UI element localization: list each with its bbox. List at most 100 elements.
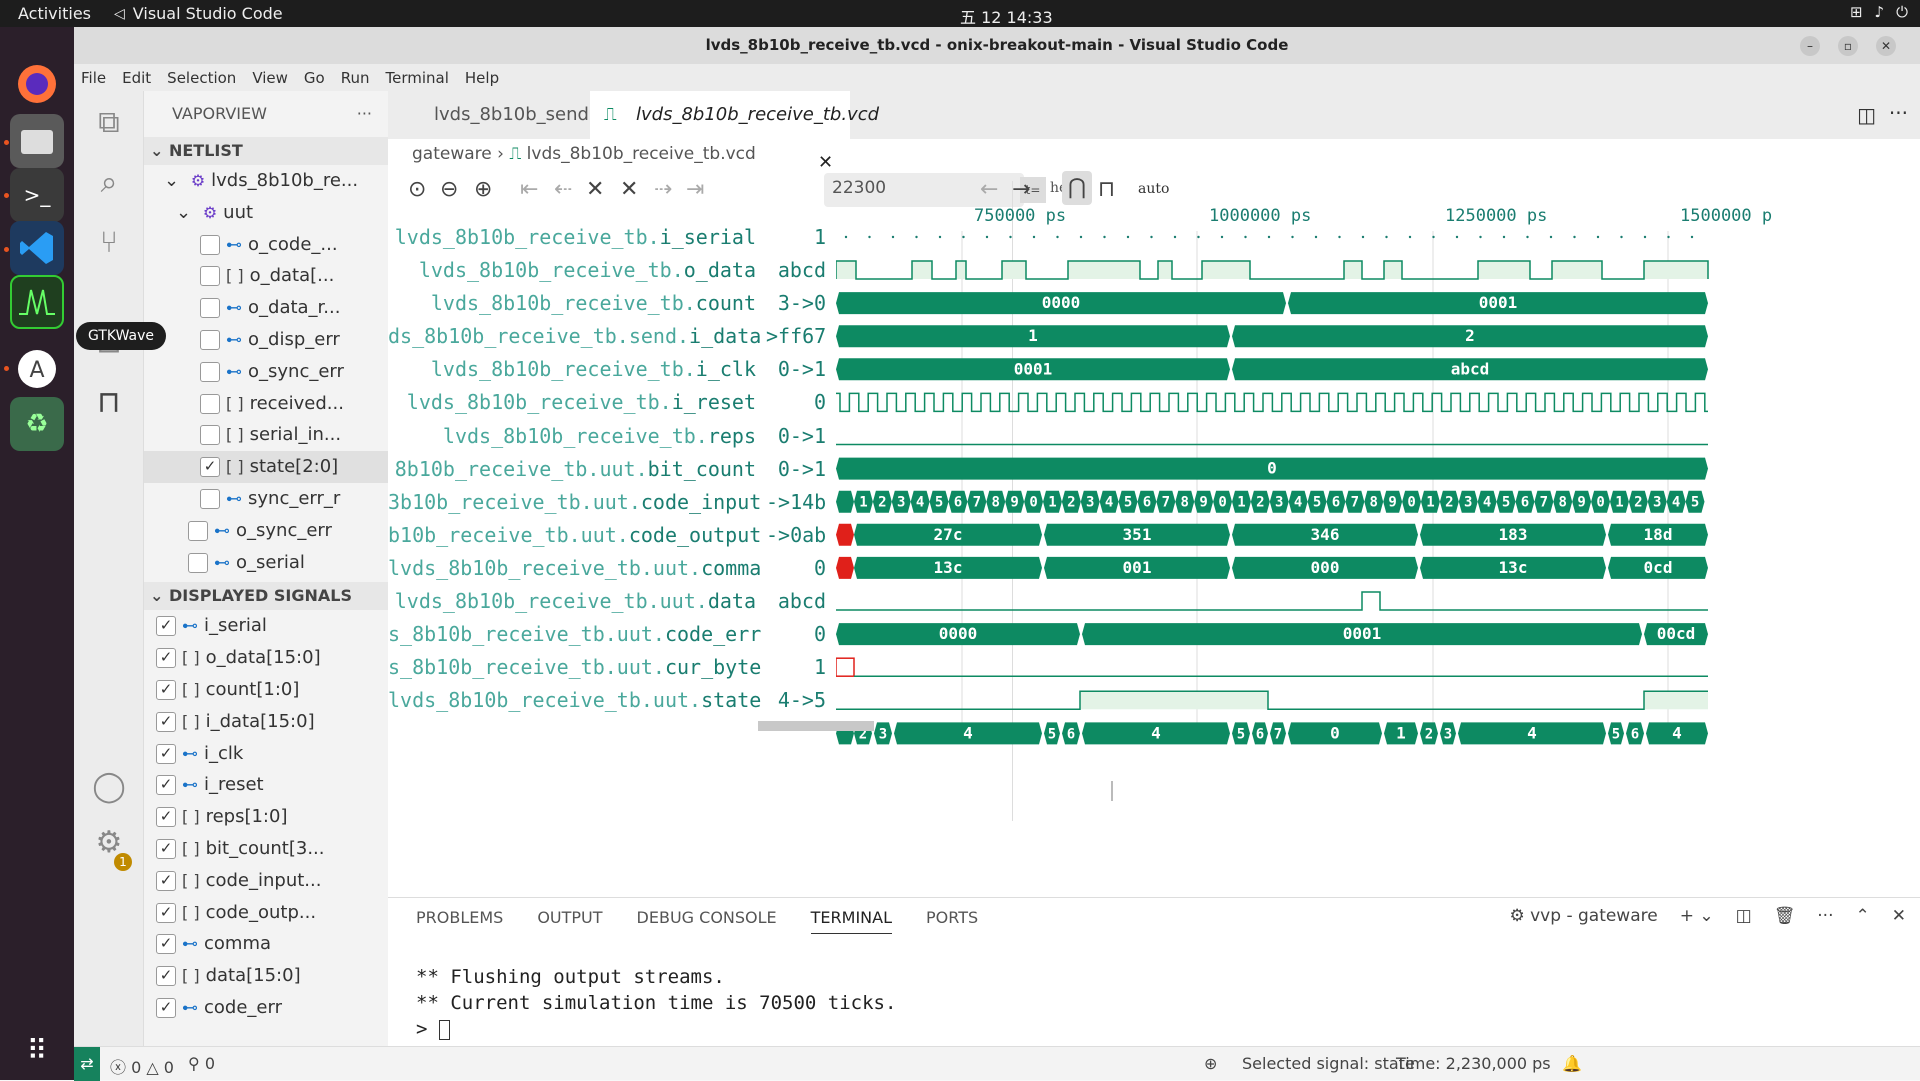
netlist-item[interactable]: ⊷ o_sync_err bbox=[144, 356, 388, 388]
horizontal-scrollbar[interactable] bbox=[758, 721, 874, 731]
next-negedge-icon[interactable]: ⇢ bbox=[654, 177, 672, 202]
active-app-label[interactable]: ◁ Visual Studio Code bbox=[114, 4, 283, 23]
netlist-item[interactable]: ✓ [ ] state[2:0] bbox=[144, 451, 388, 483]
signal-name-row[interactable]: lvds_8b10b_receive_tb.count bbox=[388, 287, 764, 320]
explorer-icon[interactable]: ⧉ bbox=[89, 103, 129, 143]
ports-status[interactable]: ⚲ 0 bbox=[188, 1054, 215, 1073]
displayed-signal-item[interactable]: ✓ [ ] count[1:0] bbox=[144, 674, 388, 706]
next-transition-icon[interactable]: ✕ bbox=[620, 177, 638, 202]
signal-checkbox[interactable] bbox=[200, 361, 220, 382]
displayed-signal-item[interactable]: ✓ ⊷ i_clk bbox=[144, 738, 388, 770]
signal-checkbox[interactable] bbox=[200, 393, 220, 414]
signal-checkbox[interactable]: ✓ bbox=[156, 711, 176, 732]
displayed-signal-item[interactable]: ✓ ⊷ i_reset bbox=[144, 769, 388, 801]
signal-checkbox[interactable] bbox=[200, 425, 220, 446]
signal-checkbox[interactable]: ✓ bbox=[200, 457, 220, 478]
netlist-item[interactable]: ⌄ ⚙ uut bbox=[144, 197, 388, 229]
breadcrumb-file[interactable]: lvds_8b10b_receive_tb.vcd bbox=[527, 144, 756, 164]
signal-name-row[interactable]: 3b10b_receive_tb.uut.code_input bbox=[388, 486, 764, 519]
signal-checkbox[interactable] bbox=[200, 488, 220, 509]
netlist-item[interactable]: ⊷ o_disp_err bbox=[144, 324, 388, 356]
tab-terminal[interactable]: TERMINAL bbox=[810, 908, 893, 934]
displayed-signal-item[interactable]: ✓ ⊷ code_err bbox=[144, 992, 388, 1024]
menu-terminal[interactable]: Terminal bbox=[386, 69, 449, 87]
search-next-icon[interactable]: → bbox=[1012, 177, 1030, 202]
netlist-item[interactable]: ⊷ o_code_... bbox=[144, 229, 388, 261]
previous-edge-icon[interactable]: ⇤ bbox=[520, 177, 538, 202]
signal-checkbox[interactable]: ✓ bbox=[156, 743, 176, 764]
signal-name-row[interactable]: lvds_8b10b_receive_tb.i_clk bbox=[388, 353, 764, 386]
signal-checkbox[interactable]: ✓ bbox=[156, 807, 176, 828]
split-terminal-icon[interactable]: ◫ bbox=[1736, 906, 1752, 926]
time-status[interactable]: Time: 2,230,000 ps bbox=[1396, 1054, 1551, 1073]
chevron-down-icon[interactable]: ⌄ bbox=[176, 202, 197, 223]
panel-more-icon[interactable]: ··· bbox=[1817, 906, 1833, 926]
terminal-output[interactable]: ** Flushing output streams. ** Current s… bbox=[416, 964, 896, 1042]
firefox-icon[interactable] bbox=[10, 57, 64, 111]
selected-signal-status[interactable]: Selected signal: state bbox=[1242, 1054, 1415, 1073]
tab-output[interactable]: OUTPUT bbox=[537, 908, 602, 934]
app-grid-icon[interactable]: ⠿ bbox=[10, 1023, 64, 1077]
chevron-down-icon[interactable]: ⌄ bbox=[164, 170, 185, 191]
activities-button[interactable]: Activities bbox=[18, 4, 91, 23]
notifications-icon[interactable]: 🔔 bbox=[1562, 1054, 1582, 1073]
zoom-status-icon[interactable]: ⊕ bbox=[1204, 1054, 1217, 1073]
displayed-signal-item[interactable]: ✓ [ ] reps[1:0] bbox=[144, 801, 388, 833]
tab-send-v[interactable]: lvds_8b10b_send.v bbox=[388, 91, 605, 139]
more-actions-icon[interactable]: ··· bbox=[357, 91, 372, 137]
waveform-mode-icon[interactable]: ⊓ bbox=[1098, 177, 1115, 202]
signal-name-row[interactable]: s_8b10b_receive_tb.uut.code_err bbox=[388, 618, 764, 651]
signal-name-row[interactable]: lvds_8b10b_receive_tb.uut.data bbox=[388, 585, 764, 618]
signal-checkbox[interactable]: ✓ bbox=[156, 616, 176, 637]
auto-label[interactable]: auto bbox=[1138, 181, 1169, 197]
terminal-icon[interactable]: >_ bbox=[10, 168, 64, 222]
problems-status[interactable]: ⓧ 0 △ 0 bbox=[110, 1054, 174, 1078]
signal-name-row[interactable]: 8b10b_receive_tb.uut.bit_count bbox=[388, 453, 764, 486]
signal-name-row[interactable]: lvds_8b10b_receive_tb.o_data bbox=[388, 254, 764, 287]
signal-checkbox[interactable]: ✓ bbox=[156, 934, 176, 955]
minimize-button[interactable]: – bbox=[1800, 36, 1820, 56]
netlist-item[interactable]: ⊷ o_sync_err bbox=[144, 515, 388, 547]
menu-file[interactable]: File bbox=[81, 69, 106, 87]
clock[interactable]: 五 12 14:33 bbox=[960, 4, 1053, 28]
signal-name-row[interactable]: lvds_8b10b_receive_tb.i_serial bbox=[388, 221, 764, 254]
signal-name-row[interactable]: lvds_8b10b_receive_tb.i_reset bbox=[388, 386, 764, 419]
menu-selection[interactable]: Selection bbox=[167, 69, 236, 87]
split-editor-icon[interactable]: ◫ bbox=[1857, 103, 1876, 127]
netlist-item[interactable]: ⌄ ⚙ lvds_8b10b_re... bbox=[144, 165, 388, 197]
signal-checkbox[interactable]: ✓ bbox=[156, 775, 176, 796]
previous-negedge-icon[interactable]: ⇠ bbox=[554, 177, 572, 202]
new-terminal-icon[interactable]: + ⌄ bbox=[1680, 906, 1714, 926]
signal-name-row[interactable]: lvds_8b10b_receive_tb.uut.comma bbox=[388, 552, 764, 585]
maximize-button[interactable]: ▫ bbox=[1838, 36, 1858, 56]
menu-run[interactable]: Run bbox=[341, 69, 370, 87]
signal-checkbox[interactable] bbox=[188, 552, 208, 573]
source-control-icon[interactable]: ⑂ bbox=[89, 223, 129, 263]
tab-problems[interactable]: PROBLEMS bbox=[416, 908, 503, 934]
signal-name-row[interactable]: b10b_receive_tb.uut.code_output bbox=[388, 519, 764, 552]
waveform-canvas[interactable]: 750000 ps 1000000 ps 1250000 ps 1500000 p00… bbox=[836, 201, 1920, 801]
netlist-header[interactable]: ⌄ NETLIST bbox=[144, 137, 388, 165]
editor-more-icon[interactable]: ··· bbox=[1889, 101, 1908, 125]
signal-checkbox[interactable] bbox=[188, 520, 208, 541]
tab-debug-console[interactable]: DEBUG CONSOLE bbox=[637, 908, 777, 934]
signal-checkbox[interactable] bbox=[200, 234, 220, 255]
displayed-signal-item[interactable]: ✓ [ ] data[15:0] bbox=[144, 960, 388, 992]
netlist-item[interactable]: ⊷ o_serial bbox=[144, 547, 388, 579]
close-panel-icon[interactable]: ✕ bbox=[1892, 906, 1906, 926]
menu-edit[interactable]: Edit bbox=[122, 69, 151, 87]
waveform-viewer[interactable]: 750000 ps 1000000 ps 1250000 ps 1500000 p 00… bbox=[836, 201, 1920, 801]
maximize-panel-icon[interactable]: ⌃ bbox=[1856, 906, 1870, 926]
signal-checkbox[interactable] bbox=[200, 298, 220, 319]
displayed-signal-item[interactable]: ✓ [ ] code_input... bbox=[144, 865, 388, 897]
touchpad-scroll-icon[interactable]: ⋂ bbox=[1062, 171, 1092, 205]
menu-help[interactable]: Help bbox=[465, 69, 499, 87]
system-tray[interactable]: ⊞ ♪ ⏻ bbox=[1850, 3, 1908, 21]
signal-checkbox[interactable]: ✓ bbox=[156, 870, 176, 891]
displayed-signals-header[interactable]: ⌄ DISPLAYED SIGNALS bbox=[144, 582, 388, 611]
signal-checkbox[interactable]: ✓ bbox=[156, 648, 176, 669]
signal-checkbox[interactable] bbox=[200, 329, 220, 350]
close-window-button[interactable]: ✕ bbox=[1876, 36, 1896, 56]
account-icon[interactable]: ◯ bbox=[89, 767, 129, 807]
tab-ports[interactable]: PORTS bbox=[926, 908, 978, 934]
